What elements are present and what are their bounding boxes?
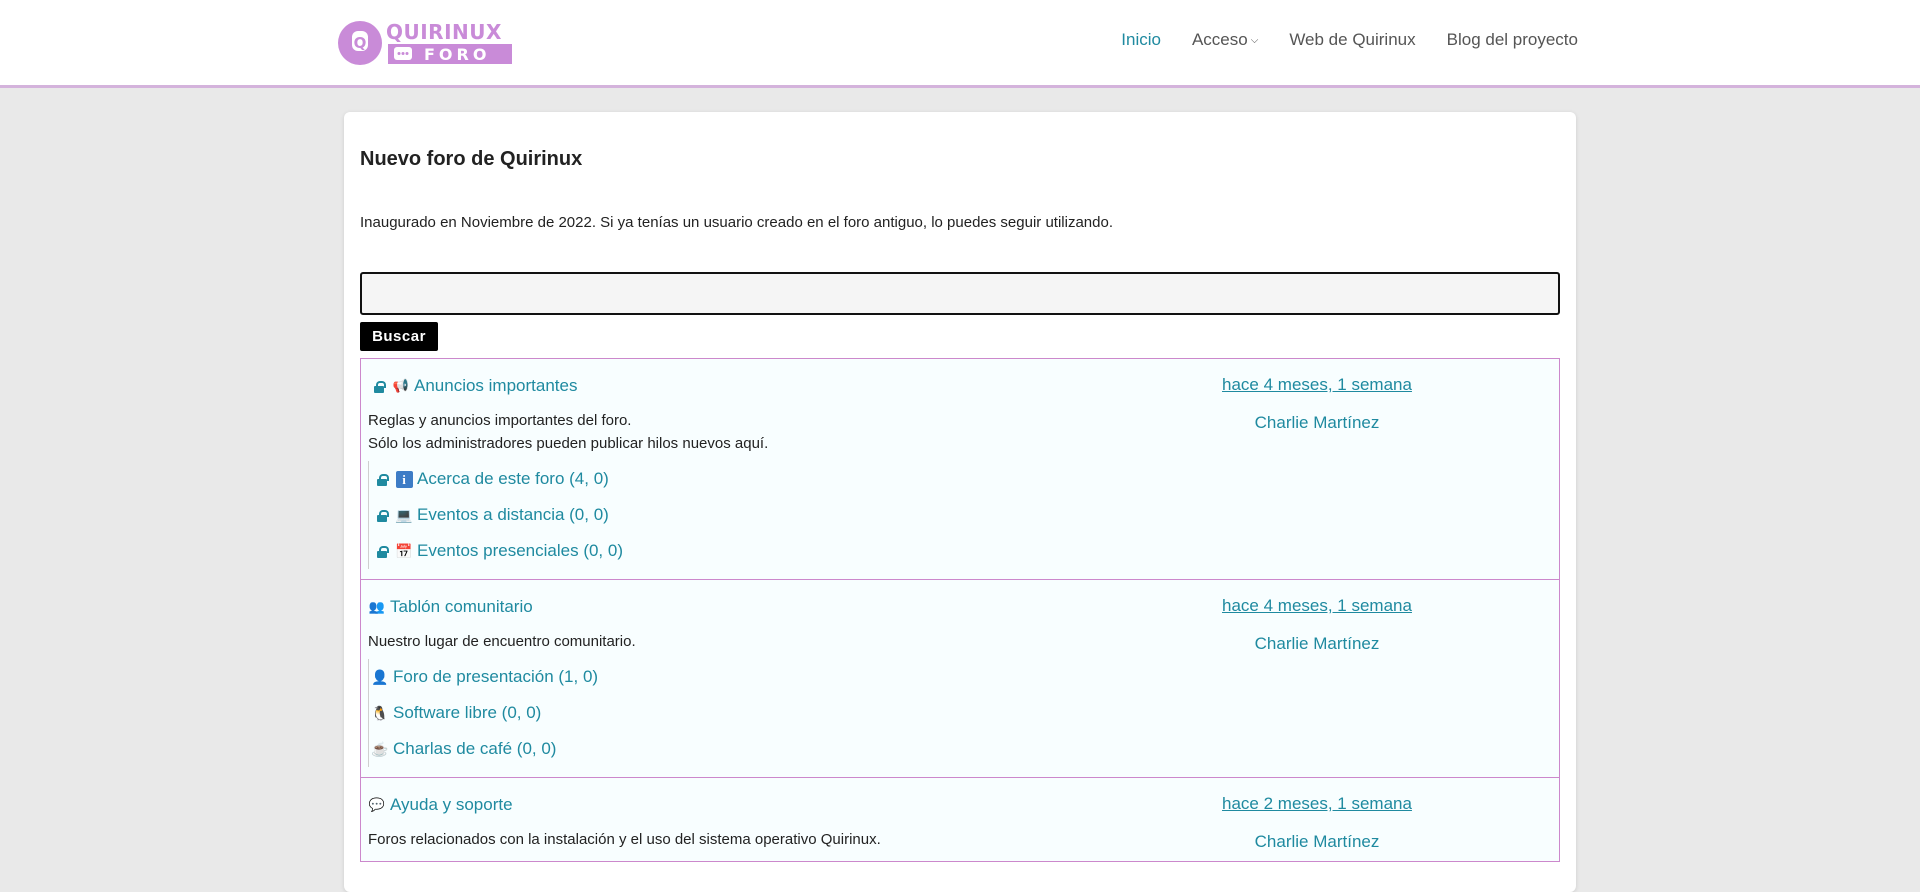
last-post-time[interactable]: hace 2 meses, 1 semana <box>1197 794 1437 816</box>
lock-icon <box>374 380 386 393</box>
main-nav: Inicio Acceso ⌵ Web de Quirinux Blog del … <box>1121 30 1578 50</box>
svg-text:FORO: FORO <box>424 45 490 64</box>
description-line: Sólo los administradores pueden publicar… <box>368 435 769 452</box>
people-talking-icon: 👥 <box>368 599 386 614</box>
subforum-item: 🐧 Software libre (0, 0) <box>371 695 1552 731</box>
lock-icon <box>377 509 389 522</box>
megaphone-icon: 📢 <box>392 378 410 393</box>
site-header: Q QUIRINUX FORO Inicio Acceso ⌵ Web de Qu… <box>0 0 1920 88</box>
speech-bubble-icon: 💬 <box>368 797 386 812</box>
last-post-info: hace 4 meses, 1 semana Charlie Martínez <box>1197 375 1437 433</box>
nav-acceso[interactable]: Acceso ⌵ <box>1192 30 1258 50</box>
category-title-tablon[interactable]: Tablón comunitario <box>390 597 533 617</box>
category-title-anuncios[interactable]: Anuncios importantes <box>414 376 577 396</box>
subforum-list: i Acerca de este foro (4, 0) 💻 Eventos a… <box>368 461 1552 569</box>
subforum-link-presentacion[interactable]: Foro de presentación (1, 0) <box>393 667 598 687</box>
lock-icon <box>377 473 389 486</box>
last-post-info: hace 2 meses, 1 semana Charlie Martínez <box>1197 794 1437 852</box>
last-post-info: hace 4 meses, 1 semana Charlie Martínez <box>1197 596 1437 654</box>
last-post-user[interactable]: Charlie Martínez <box>1197 413 1437 433</box>
nav-blog-proyecto[interactable]: Blog del proyecto <box>1447 30 1578 50</box>
intro-text: Inaugurado en Noviembre de 2022. Si ya t… <box>360 214 1114 231</box>
svg-text:Q: Q <box>354 34 367 52</box>
category-title-ayuda[interactable]: Ayuda y soporte <box>390 795 513 815</box>
info-icon: i <box>395 470 413 488</box>
svg-text:QUIRINUX: QUIRINUX <box>386 20 502 44</box>
calendar-icon: 📅 <box>395 542 413 559</box>
subforum-list: 👤 Foro de presentación (1, 0) 🐧 Software… <box>368 659 1552 767</box>
quirinux-foro-logo[interactable]: Q QUIRINUX FORO <box>338 18 514 68</box>
category-anuncios: 📢 Anuncios importantes Reglas y anuncios… <box>361 359 1559 580</box>
search-button[interactable]: Buscar <box>360 322 438 351</box>
nav-web-quirinux[interactable]: Web de Quirinux <box>1289 30 1415 50</box>
search-input[interactable] <box>360 272 1560 315</box>
nav-inicio[interactable]: Inicio <box>1121 30 1161 50</box>
subforum-link-charlas-cafe[interactable]: Charlas de café (0, 0) <box>393 739 556 759</box>
subforum-link-software-libre[interactable]: Software libre (0, 0) <box>393 703 541 723</box>
subforum-link-eventos-presenciales[interactable]: Eventos presenciales (0, 0) <box>417 541 623 561</box>
category-tablon: 👥 Tablón comunitario Nuestro lugar de en… <box>361 580 1559 778</box>
laptop-icon: 💻 <box>395 506 413 523</box>
last-post-time[interactable]: hace 4 meses, 1 semana <box>1197 375 1437 397</box>
chevron-down-icon: ⌵ <box>1250 35 1259 46</box>
page-title: Nuevo foro de Quirinux <box>360 148 583 170</box>
last-post-user[interactable]: Charlie Martínez <box>1197 832 1437 852</box>
category-ayuda: 💬 Ayuda y soporte Foros relacionados con… <box>361 778 1559 862</box>
subforum-link-eventos-distancia[interactable]: Eventos a distancia (0, 0) <box>417 505 609 525</box>
forum-list: 📢 Anuncios importantes Reglas y anuncios… <box>360 358 1560 862</box>
subforum-item: ☕ Charlas de café (0, 0) <box>371 731 1552 767</box>
content-card: Nuevo foro de Quirinux Inaugurado en Nov… <box>344 112 1576 892</box>
person-icon: 👤 <box>371 668 389 685</box>
subforum-item: i Acerca de este foro (4, 0) <box>371 461 1552 497</box>
last-post-user[interactable]: Charlie Martínez <box>1197 634 1437 654</box>
last-post-time[interactable]: hace 4 meses, 1 semana <box>1197 596 1437 618</box>
coffee-icon: ☕ <box>371 740 389 757</box>
penguin-icon: 🐧 <box>371 704 389 721</box>
subforum-link-acerca[interactable]: Acerca de este foro (4, 0) <box>417 469 609 489</box>
nav-acceso-label: Acceso <box>1191 30 1248 49</box>
subforum-item: 💻 Eventos a distancia (0, 0) <box>371 497 1552 533</box>
lock-icon <box>377 545 389 558</box>
subforum-item: 📅 Eventos presenciales (0, 0) <box>371 533 1552 569</box>
subforum-item: 👤 Foro de presentación (1, 0) <box>371 659 1552 695</box>
